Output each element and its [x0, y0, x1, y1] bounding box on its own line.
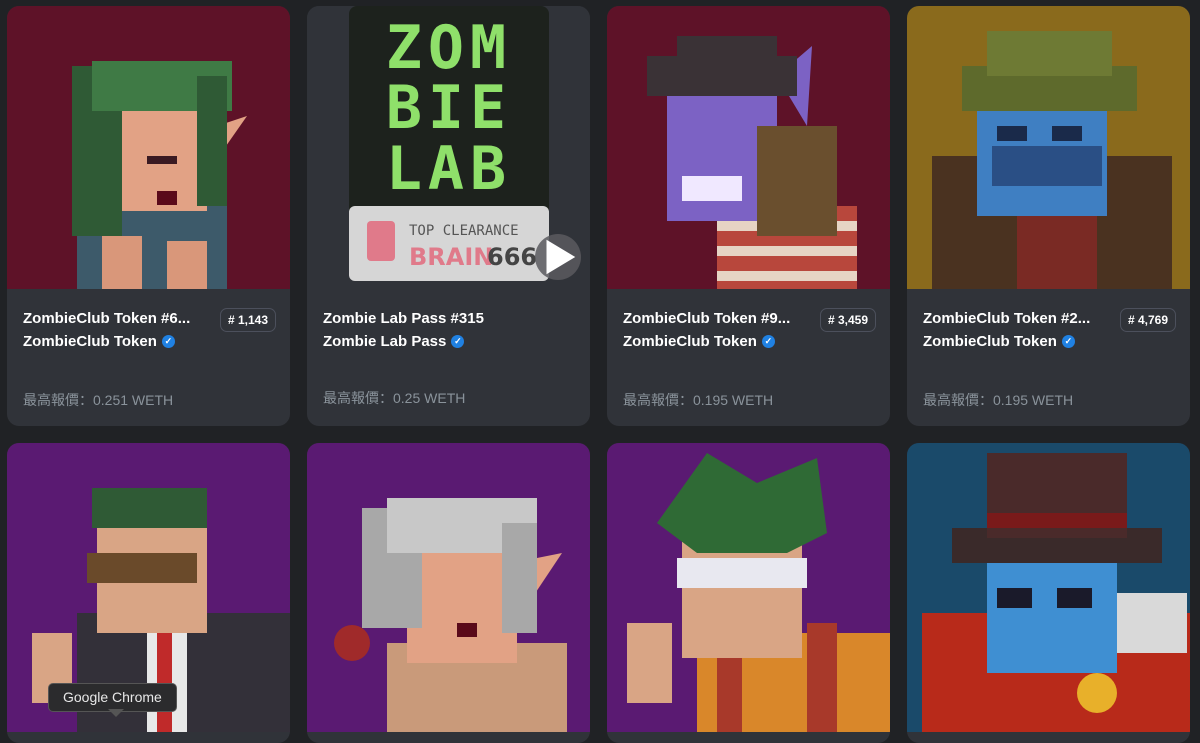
nft-card[interactable] [907, 443, 1190, 743]
collection-name[interactable]: Zombie Lab Pass ✓ [323, 333, 465, 350]
best-offer: 最高報價：0.25 WETH [323, 390, 466, 406]
nft-card[interactable]: ZombieClub Token #9... # 3,459 ZombieClu… [607, 6, 890, 426]
nft-image[interactable] [7, 6, 290, 289]
nft-image[interactable] [607, 443, 890, 732]
nft-title[interactable]: ZombieClub Token #9... [623, 310, 803, 327]
collection-label: ZombieClub Token [923, 333, 1057, 350]
verified-badge-icon: ✓ [761, 335, 775, 348]
rarity-rank-badge: # 3,459 [819, 308, 876, 332]
best-offer: 最高報價：0.195 WETH [623, 392, 774, 408]
nft-image[interactable]: ZOM BIE LAB TOP CLEARANCE BRAIN 666 [307, 6, 590, 289]
nft-image[interactable] [307, 443, 590, 732]
best-offer: 最高報價：0.195 WETH [923, 392, 1074, 408]
nft-image[interactable] [907, 443, 1190, 732]
pass-code: 666 [487, 243, 537, 271]
nft-card[interactable]: ZOM BIE LAB TOP CLEARANCE BRAIN 666 Zomb… [307, 6, 590, 426]
collection-name[interactable]: ZombieClub Token ✓ [623, 333, 775, 350]
nft-card[interactable]: ZombieClub Token #2... # 4,769 ZombieClu… [907, 6, 1190, 426]
rarity-rank-badge: # 4,769 [1119, 308, 1176, 332]
verified-badge-icon: ✓ [161, 335, 175, 348]
nft-card[interactable] [307, 443, 590, 743]
verified-badge-icon: ✓ [1061, 335, 1075, 348]
play-icon [546, 239, 576, 275]
nft-image[interactable] [607, 6, 890, 289]
pass-brain: BRAIN [409, 243, 493, 271]
play-button[interactable] [535, 234, 581, 280]
collection-name[interactable]: ZombieClub Token ✓ [923, 333, 1075, 350]
nft-title[interactable]: ZombieClub Token #6... [23, 310, 203, 327]
collection-label: ZombieClub Token [23, 333, 157, 350]
pass-title: ZOM BIE LAB [386, 13, 512, 204]
rarity-rank-badge: # 1,143 [219, 308, 276, 332]
nft-image[interactable] [907, 6, 1190, 289]
tooltip-arrow [108, 709, 124, 717]
pass-clearance: TOP CLEARANCE [409, 223, 519, 239]
nft-title[interactable]: ZombieClub Token #2... [923, 310, 1103, 327]
svg-text:BIE: BIE [386, 73, 512, 143]
nft-card[interactable]: ZombieClub Token #6... # 1,143 ZombieClu… [7, 6, 290, 426]
collection-label: Zombie Lab Pass [323, 333, 447, 350]
nft-card[interactable] [607, 443, 890, 743]
tooltip: Google Chrome [48, 683, 177, 712]
best-offer: 最高報價：0.251 WETH [23, 392, 174, 408]
collection-name[interactable]: ZombieClub Token ✓ [23, 333, 175, 350]
nft-title[interactable]: Zombie Lab Pass #315 [323, 310, 503, 327]
collection-label: ZombieClub Token [623, 333, 757, 350]
svg-text:LAB: LAB [386, 134, 512, 204]
verified-badge-icon: ✓ [451, 335, 465, 348]
nft-grid: ZombieClub Token #6... # 1,143 ZombieClu… [0, 0, 1200, 743]
